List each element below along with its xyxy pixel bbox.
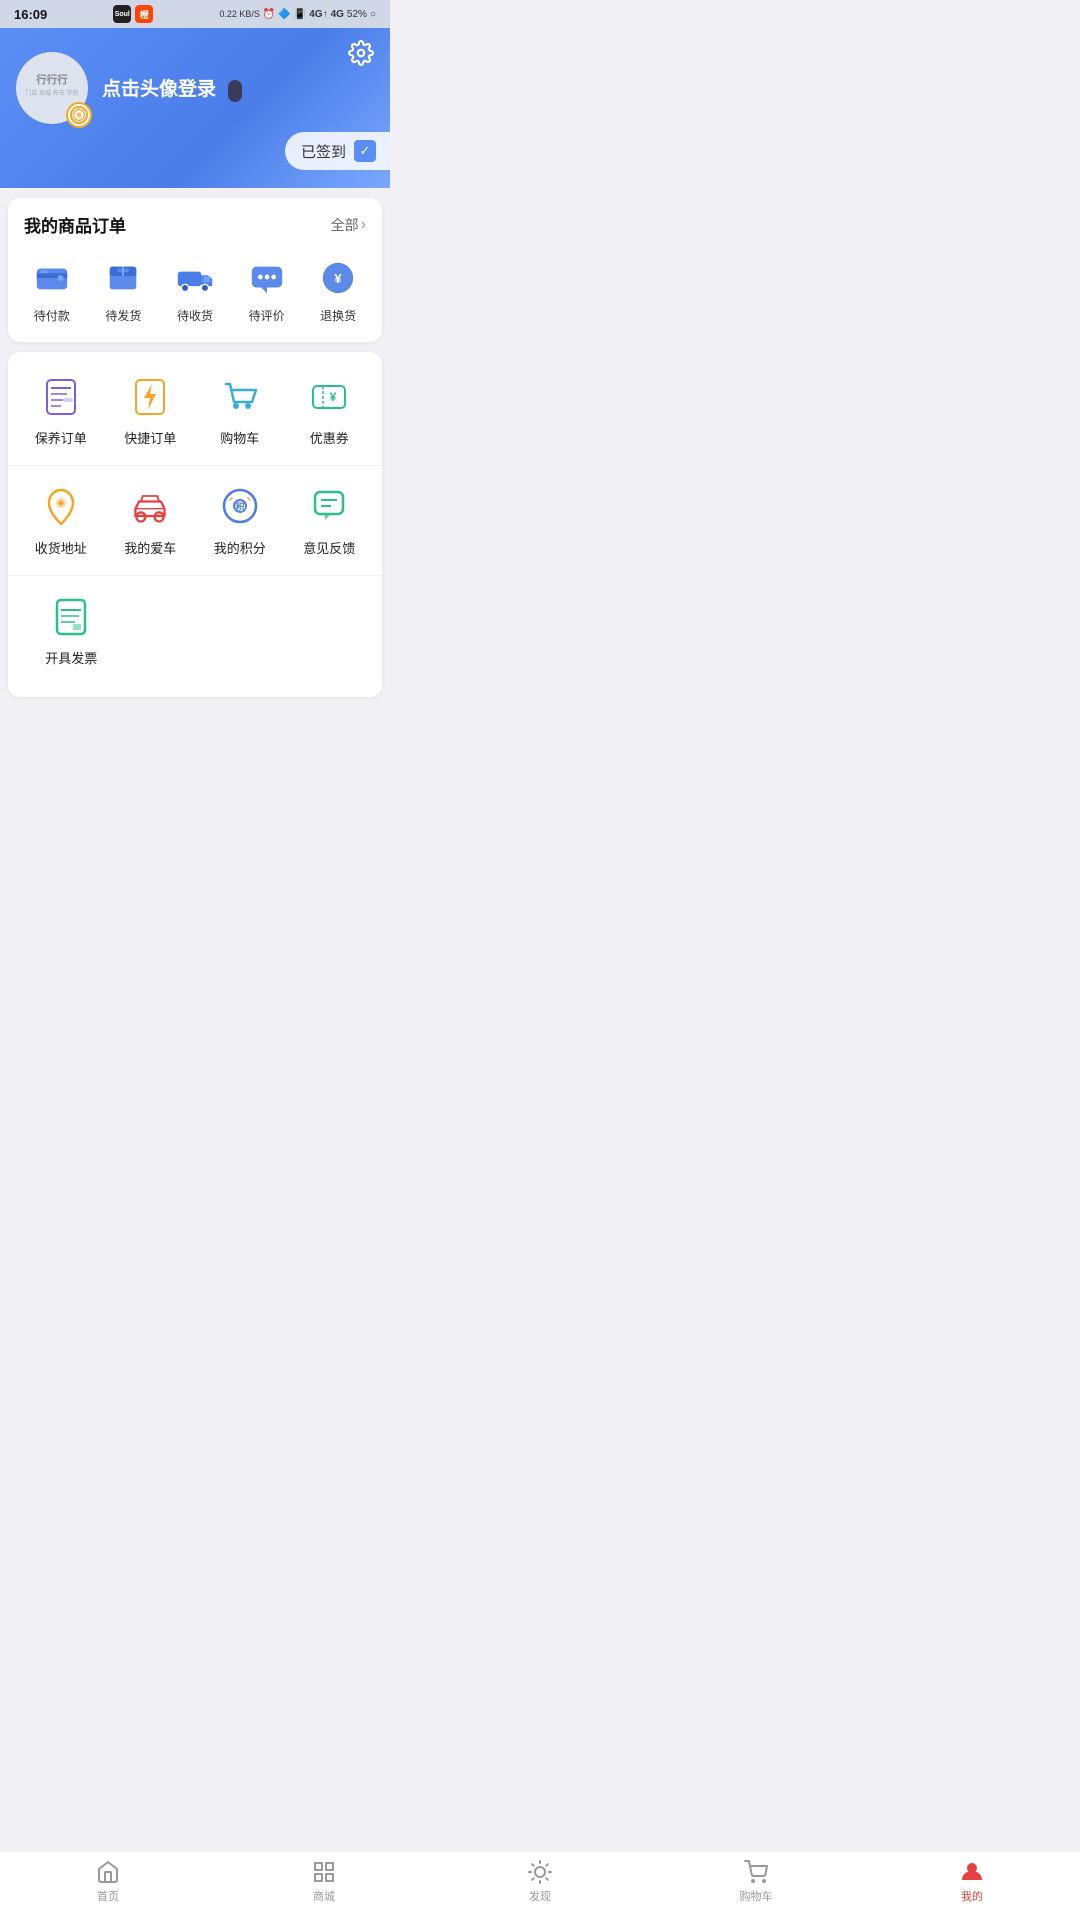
status-icons: Soul 橙: [113, 5, 153, 23]
quick-access-row-2: 收货地址 我的爱车: [8, 465, 382, 575]
profile-section[interactable]: 行行行 门店 商城 养车 学院 积 点击头像登录: [16, 52, 374, 124]
order-pending-review[interactable]: 待评价: [242, 253, 292, 328]
coupon-icon: ¥: [307, 374, 351, 418]
nav-discover-label: 发现: [529, 1888, 551, 1904]
quick-order-item[interactable]: 快捷订单: [106, 370, 196, 451]
quick-order-label: 快捷订单: [124, 428, 176, 447]
battery-icon: ○: [370, 9, 376, 20]
status-right: 0.22 KB/S ⏰ 🔷 📳 4G↑ 4G 52% ○: [219, 9, 376, 20]
maintenance-order-item[interactable]: 保养订单: [16, 370, 106, 451]
order-refund-label: 退换货: [320, 307, 356, 324]
nav-cart-label: 购物车: [740, 1888, 773, 1904]
nav-home[interactable]: 首页: [0, 1860, 216, 1904]
invoice-label: 开具发票: [45, 648, 97, 667]
box-icon: [102, 257, 144, 299]
orders-title: 我的商品订单: [24, 212, 126, 237]
signal-4g2-icon: 4G: [331, 9, 344, 20]
bluetooth-icon: 🔷: [278, 9, 290, 20]
nav-profile-label: 我的: [961, 1888, 983, 1904]
points-label: 我的积分: [214, 538, 266, 557]
orders-more-button[interactable]: 全部 ›: [331, 215, 366, 235]
svg-text:行行行: 行行行: [35, 73, 68, 86]
status-time: 16:09: [14, 7, 47, 22]
nav-discover[interactable]: 发现: [432, 1860, 648, 1904]
order-pending-payment[interactable]: 待付款: [27, 253, 77, 328]
nav-cart[interactable]: 购物车: [648, 1860, 864, 1904]
checkin-label: 已签到: [301, 141, 346, 162]
wallet-icon: [31, 257, 73, 299]
profile-info: 点击头像登录: [102, 74, 374, 102]
checkin-button[interactable]: 已签到 ✓: [285, 132, 390, 170]
orders-section: 我的商品订单 全部 › 待付款: [8, 198, 382, 342]
feedback-item[interactable]: 意见反馈: [285, 480, 375, 561]
svg-text:积: 积: [235, 501, 244, 512]
status-pill: [228, 80, 242, 102]
soul-app-icon: Soul: [113, 5, 131, 23]
order-pending-receive-label: 待收货: [177, 307, 213, 324]
points-item[interactable]: 积 我的积分: [195, 480, 285, 561]
checkin-checkmark: ✓: [354, 140, 376, 162]
quick-access-section: 保养订单 快捷订单: [8, 352, 382, 697]
order-pending-review-label: 待评价: [249, 307, 285, 324]
avatar-wrap[interactable]: 行行行 门店 商城 养车 学院 积: [16, 52, 88, 124]
address-item[interactable]: 收货地址: [16, 480, 106, 561]
maintenance-icon: [39, 374, 83, 418]
bottom-nav: 首页 商城 发: [0, 1851, 1080, 1920]
maintenance-order-label: 保养订单: [35, 428, 87, 447]
nav-home-label: 首页: [97, 1888, 119, 1904]
points-circle-icon: 积: [218, 484, 262, 528]
quick-access-row-1: 保养订单 快捷订单: [8, 364, 382, 465]
order-pending-ship-label: 待发货: [105, 307, 141, 324]
network-speed: 0.22 KB/S: [219, 9, 260, 19]
nav-profile[interactable]: 我的: [864, 1860, 1080, 1904]
home-nav-icon: [96, 1860, 120, 1884]
cart-label: 购物车: [220, 428, 259, 447]
discover-nav-icon: [528, 1860, 552, 1884]
battery-level: 52%: [347, 9, 367, 20]
order-pending-ship[interactable]: 待发货: [98, 253, 148, 328]
signal-4g-icon: 4G↑: [309, 9, 327, 20]
flash-order-icon: [128, 374, 172, 418]
alarm-icon: ⏰: [263, 9, 275, 20]
profile-nav-icon: [960, 1860, 984, 1884]
login-prompt[interactable]: 点击头像登录: [102, 79, 216, 100]
my-car-label: 我的爱车: [124, 538, 176, 557]
comment-icon: [246, 257, 288, 299]
feedback-icon: [307, 484, 351, 528]
my-car-item[interactable]: 我的爱车: [106, 480, 196, 561]
nav-shop[interactable]: 商城: [216, 1860, 432, 1904]
order-refund[interactable]: ¥ 退换货: [313, 253, 363, 328]
svg-text:¥: ¥: [334, 271, 342, 286]
settings-icon[interactable]: [348, 40, 374, 66]
order-pending-receive[interactable]: 待收货: [170, 253, 220, 328]
orders-header: 我的商品订单 全部 ›: [8, 212, 382, 249]
order-pending-payment-label: 待付款: [34, 307, 70, 324]
chevron-right-icon: ›: [361, 216, 366, 234]
feedback-label: 意见反馈: [303, 538, 355, 557]
refund-icon: ¥: [317, 257, 359, 299]
svg-text:¥: ¥: [330, 390, 337, 404]
invoice-item[interactable]: 开具发票: [28, 590, 115, 671]
address-label: 收货地址: [35, 538, 87, 557]
shop-nav-icon: [312, 1860, 336, 1884]
cart-item[interactable]: 购物车: [195, 370, 285, 451]
profile-header: 行行行 门店 商城 养车 学院 积 点击头像登录: [0, 28, 390, 188]
status-bar: 16:09 Soul 橙 0.22 KB/S ⏰ 🔷 📳 4G↑ 4G 52% …: [0, 0, 390, 28]
truck-icon: [174, 257, 216, 299]
nav-shop-label: 商城: [313, 1888, 335, 1904]
vibrate-icon: 📳: [294, 9, 306, 20]
cart-nav-icon: [744, 1860, 768, 1884]
tantan-app-icon: 橙: [135, 5, 153, 23]
invoice-icon: [49, 594, 93, 638]
coupon-label: 优惠券: [310, 428, 349, 447]
order-icons-row: 待付款 待发货: [8, 249, 382, 332]
address-icon: [39, 484, 83, 528]
cart-icon: [218, 374, 262, 418]
quick-access-row-3: 开具发票: [8, 575, 382, 685]
points-icon: 积: [70, 106, 88, 124]
my-car-icon: [128, 484, 172, 528]
points-badge: 积: [66, 102, 92, 128]
coupon-item[interactable]: ¥ 优惠券: [285, 370, 375, 451]
